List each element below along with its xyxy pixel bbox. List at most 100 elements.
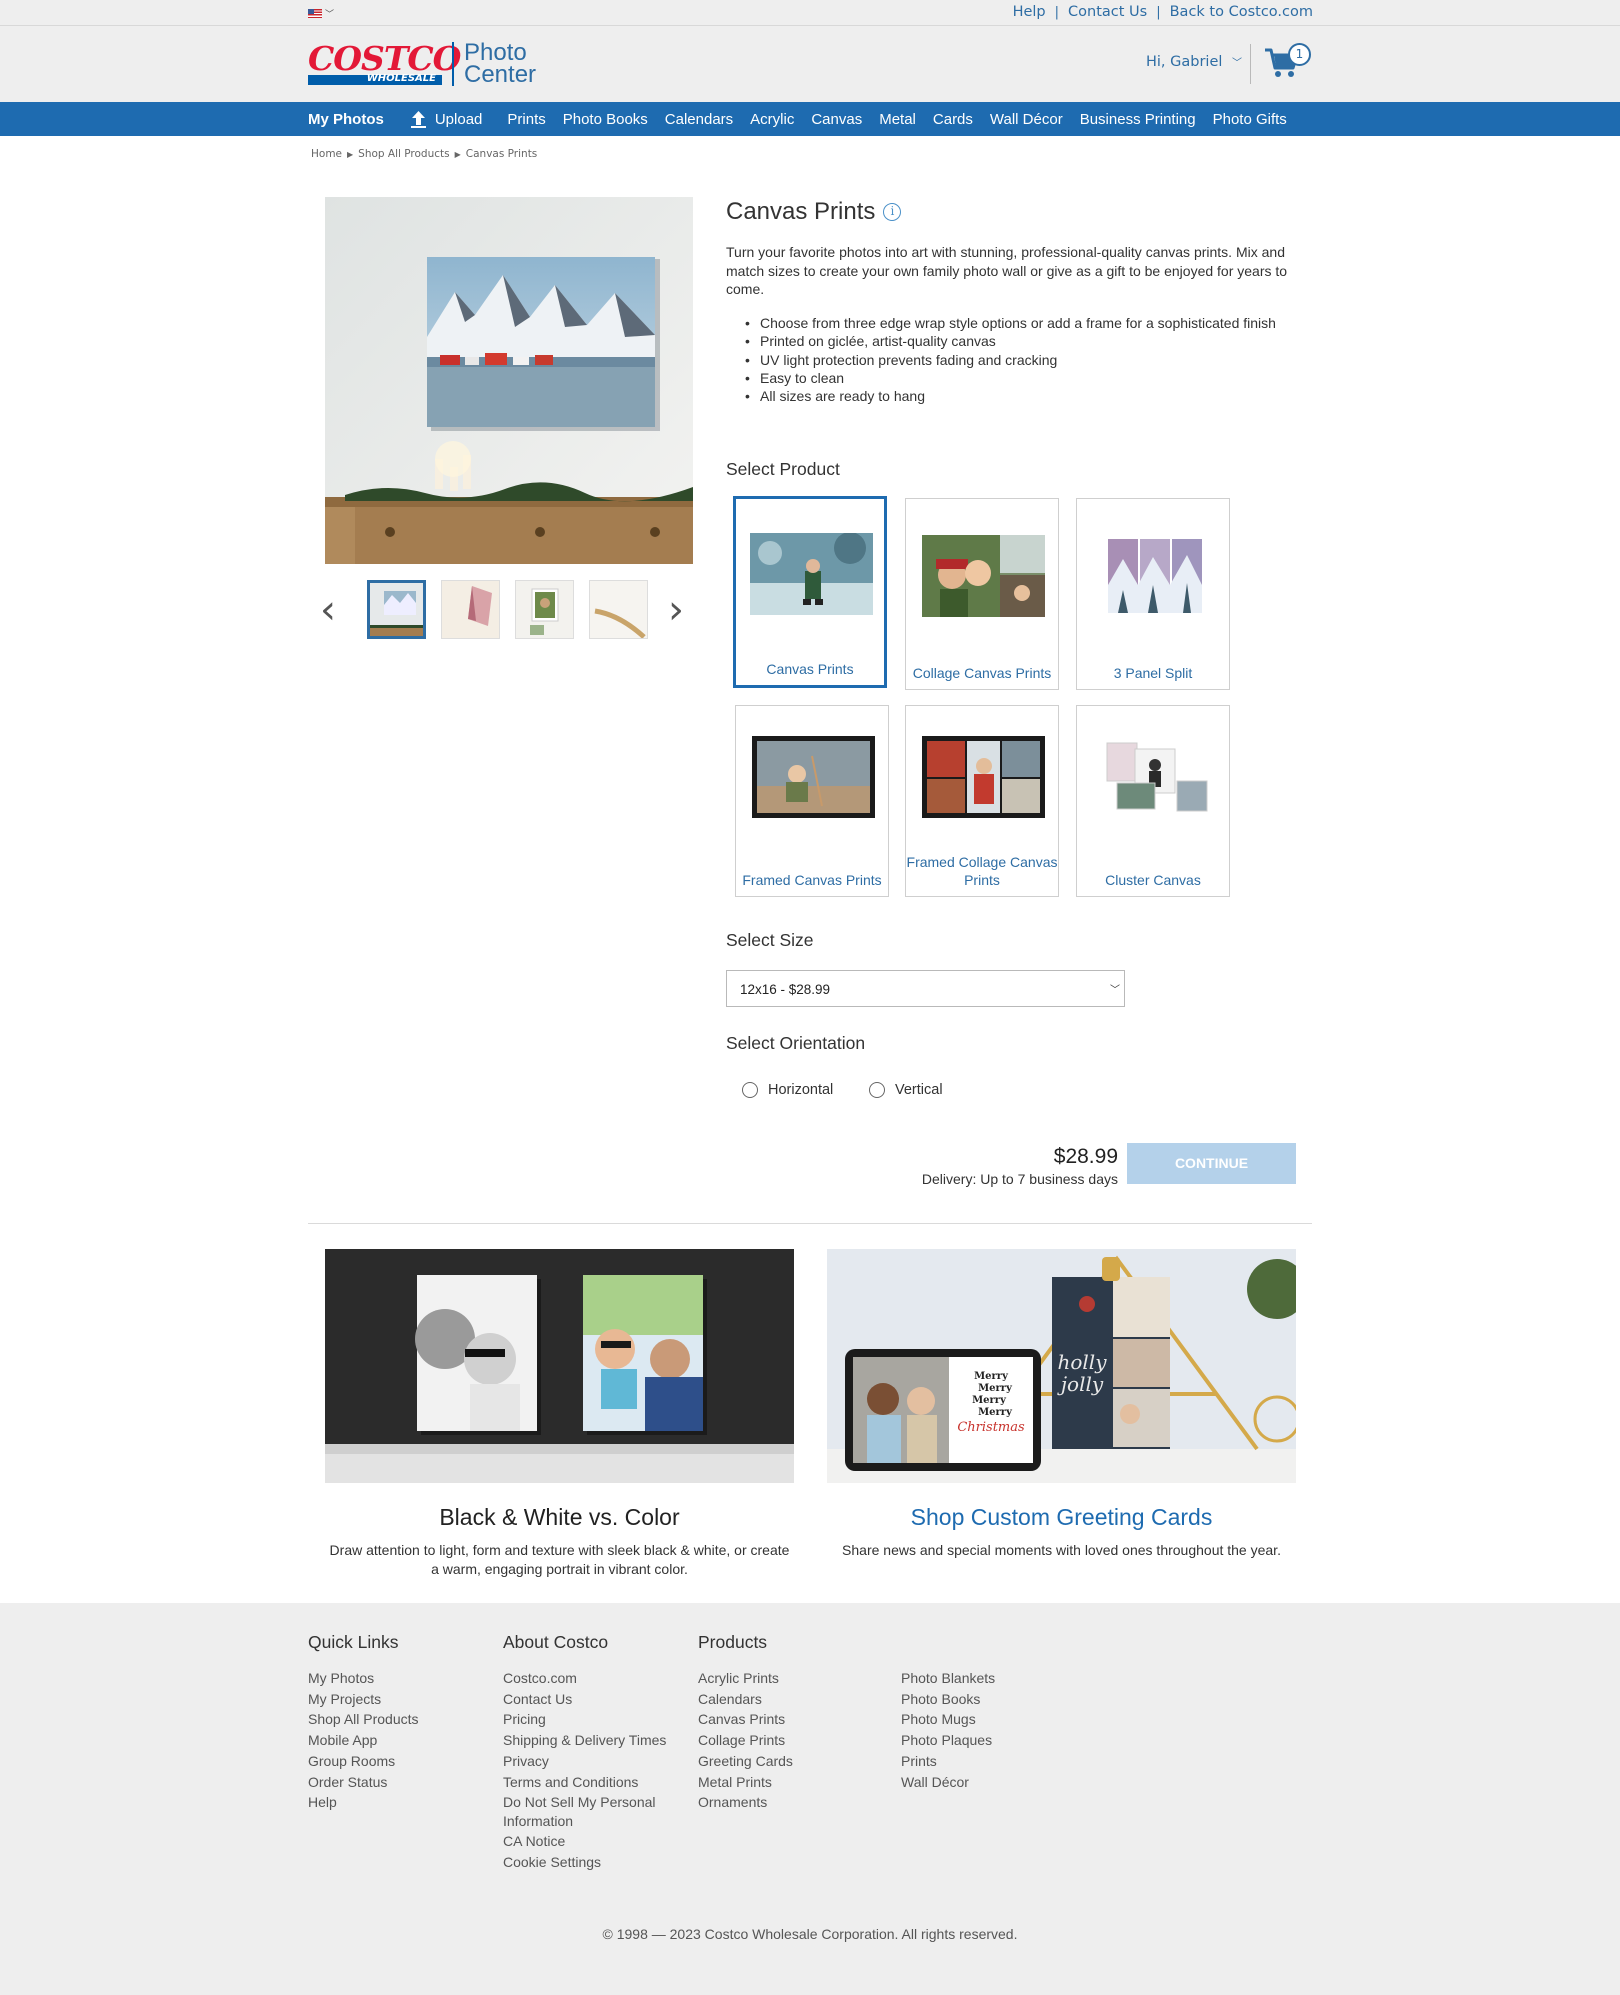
chevron-down-icon[interactable]: ﹀ [325, 7, 334, 20]
select-product-heading: Select Product [726, 459, 840, 479]
option-canvas-prints[interactable]: Canvas Prints [733, 496, 887, 688]
nav-metal[interactable]: Metal [879, 111, 916, 128]
feature-item: Easy to clean [745, 369, 1305, 388]
nav-canvas[interactable]: Canvas [811, 111, 862, 128]
footer-link[interactable]: Greeting Cards [698, 1751, 888, 1772]
header-divider [1250, 44, 1251, 84]
breadcrumb-home[interactable]: Home [311, 148, 342, 160]
next-arrow-icon[interactable]: › [668, 590, 684, 630]
nav-my-photos[interactable]: My Photos [308, 111, 384, 128]
breadcrumb-shop-all[interactable]: Shop All Products [358, 148, 449, 160]
footer-link[interactable]: Help [308, 1792, 488, 1813]
photo-center-line2: Center [464, 61, 537, 88]
nav-upload[interactable]: Upload [410, 110, 482, 129]
breadcrumb-current: Canvas Prints [465, 148, 538, 160]
info-icon[interactable]: i [883, 203, 902, 221]
orientation-horizontal-radio[interactable]: Horizontal [742, 1082, 833, 1098]
footer-link[interactable]: Photo Plaques [901, 1730, 1091, 1751]
contact-us-link[interactable]: Contact Us [1068, 4, 1147, 20]
footer-link[interactable]: Order Status [308, 1772, 488, 1793]
footer-heading-spacer [901, 1632, 1091, 1654]
option-label: 3 Panel Split [1113, 665, 1193, 681]
option-3-panel-split[interactable]: 3 Panel Split [1076, 498, 1230, 690]
greeting-text: Hi, Gabriel [1146, 54, 1223, 70]
footer-link[interactable]: Privacy [503, 1751, 683, 1772]
thumbnail-2[interactable] [441, 580, 500, 639]
footer-link[interactable]: CA Notice [503, 1831, 683, 1852]
footer-link[interactable]: Do Not Sell My Personal Information [503, 1793, 683, 1830]
product-features: Choose from three edge wrap style option… [745, 314, 1305, 406]
footer-link[interactable]: Group Rooms [308, 1751, 488, 1772]
jolly-art-text: jolly [1057, 1372, 1104, 1396]
account-menu[interactable]: Hi, Gabriel ﹀ [1146, 54, 1242, 70]
option-collage-canvas-prints[interactable]: Collage Canvas Prints [905, 498, 1059, 690]
main-nav: My Photos Upload Prints Photo Books Cale… [0, 102, 1620, 136]
back-to-costco-link[interactable]: Back to Costco.com [1170, 4, 1313, 20]
promo-bw-color-title[interactable]: Black & White vs. Color [325, 1504, 794, 1531]
footer-link[interactable]: Collage Prints [698, 1730, 888, 1751]
footer-link[interactable]: Pricing [503, 1709, 683, 1730]
feature-item: UV light protection prevents fading and … [745, 351, 1305, 370]
caret-right-icon: ▶ [347, 149, 354, 159]
footer-link[interactable]: Photo Blankets [901, 1668, 1091, 1689]
photo-center-logo[interactable]: Photo Center [464, 41, 537, 88]
product-title-row: Canvas Prints i [726, 198, 902, 226]
footer-link[interactable]: Ornaments [698, 1792, 888, 1813]
footer-link[interactable]: Terms and Conditions [503, 1772, 683, 1793]
footer-link[interactable]: Cookie Settings [503, 1852, 683, 1873]
nav-business-printing[interactable]: Business Printing [1080, 111, 1196, 128]
footer-link[interactable]: Costco.com [503, 1668, 683, 1689]
option-label: Canvas Prints [766, 661, 854, 677]
previous-arrow-icon[interactable]: ‹ [320, 590, 336, 630]
footer-link[interactable]: Shop All Products [308, 1709, 488, 1730]
chevron-down-icon: ﹀ [1232, 58, 1243, 69]
us-flag-icon[interactable] [308, 9, 322, 18]
footer-link[interactable]: Contact Us [503, 1689, 683, 1710]
nav-acrylic[interactable]: Acrylic [750, 111, 794, 128]
nav-calendars[interactable]: Calendars [665, 111, 733, 128]
option-framed-canvas-prints[interactable]: Framed Canvas Prints [735, 705, 889, 897]
nav-wall-decor[interactable]: Wall Décor [990, 111, 1063, 128]
footer-link[interactable]: Mobile App [308, 1730, 488, 1751]
logo-bar: WHOLESALE [308, 73, 442, 85]
size-select[interactable]: 12x16 - $28.99 ﹀ [726, 970, 1125, 1007]
footer-link[interactable]: My Photos [308, 1668, 488, 1689]
footer-link[interactable]: Wall Décor [901, 1772, 1091, 1793]
product-hero-image [325, 197, 693, 564]
footer-link[interactable]: Prints [901, 1751, 1091, 1772]
promo-bw-color-image[interactable] [325, 1249, 794, 1483]
help-link[interactable]: Help [1013, 4, 1046, 20]
costco-logo[interactable]: COSTCO WHOLESALE [308, 42, 461, 85]
footer-heading: About Costco [503, 1632, 609, 1652]
footer-link[interactable]: Acrylic Prints [698, 1668, 888, 1689]
nav-cards[interactable]: Cards [933, 111, 973, 128]
option-cluster-canvas[interactable]: Cluster Canvas [1076, 705, 1230, 897]
select-orientation-heading: Select Orientation [726, 1033, 866, 1053]
footer-link[interactable]: Metal Prints [698, 1772, 888, 1793]
option-label: Framed Canvas Prints [742, 872, 882, 888]
orientation-vertical-radio[interactable]: Vertical [869, 1082, 943, 1098]
thumbnail-3[interactable] [515, 580, 574, 639]
promo-greeting-cards-title[interactable]: Shop Custom Greeting Cards [827, 1504, 1296, 1531]
footer-link[interactable]: Calendars [698, 1689, 888, 1710]
promo-greeting-cards-image[interactable]: holly jolly Merry Merry Merry Merry Chri… [827, 1249, 1296, 1483]
option-framed-collage-canvas-prints[interactable]: Framed Collage Canvas Prints [905, 705, 1059, 897]
nav-photo-books[interactable]: Photo Books [563, 111, 648, 128]
continue-button[interactable]: CONTINUE [1127, 1143, 1296, 1184]
cart-count-badge[interactable]: 1 [1288, 43, 1311, 66]
footer-heading: Quick Links [308, 1632, 399, 1652]
holly-art-text: holly [1057, 1350, 1107, 1374]
footer-link[interactable]: Photo Mugs [901, 1709, 1091, 1730]
footer-link[interactable]: Photo Books [901, 1689, 1091, 1710]
option-label: Cluster Canvas [1105, 872, 1201, 888]
thumbnail-1[interactable] [367, 580, 426, 639]
footer-link[interactable]: Canvas Prints [698, 1709, 888, 1730]
footer-link[interactable]: My Projects [308, 1689, 488, 1710]
merry-art-text: Merry [972, 1395, 1007, 1406]
nav-prints[interactable]: Prints [507, 111, 545, 128]
utility-links: Help | Contact Us | Back to Costco.com [1013, 4, 1313, 20]
footer-link[interactable]: Shipping & Delivery Times [503, 1730, 683, 1751]
nav-photo-gifts[interactable]: Photo Gifts [1213, 111, 1287, 128]
thumbnail-4[interactable] [589, 580, 648, 639]
section-divider [308, 1223, 1312, 1224]
